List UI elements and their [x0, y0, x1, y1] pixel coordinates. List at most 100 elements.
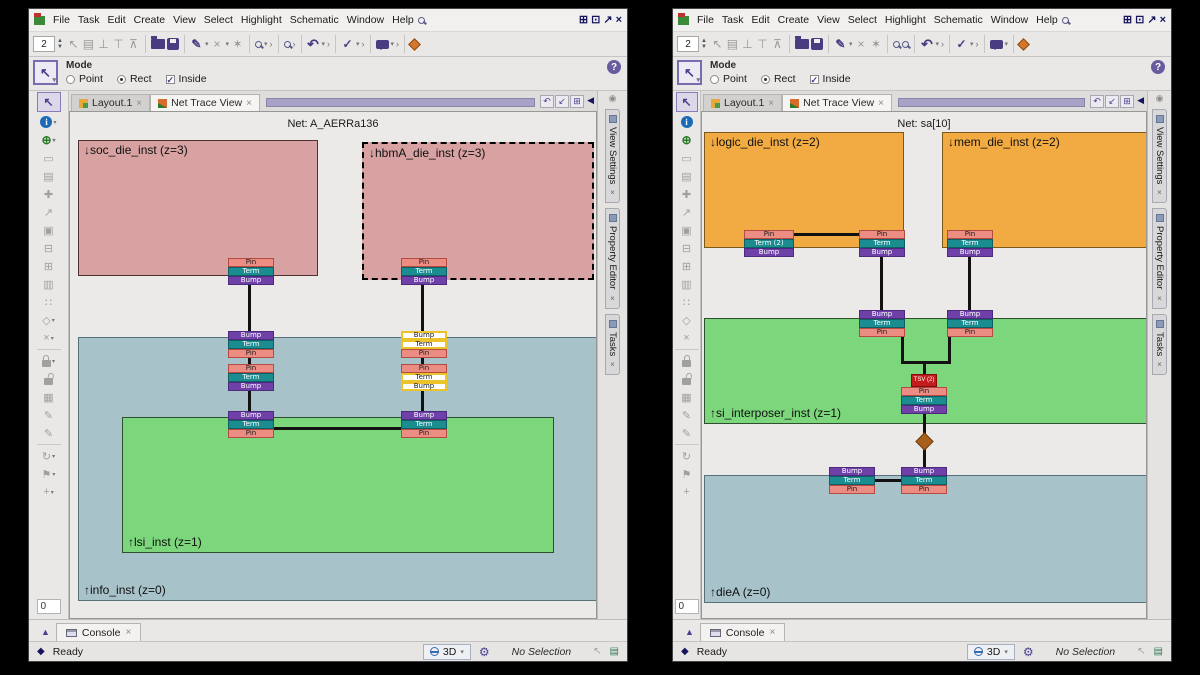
delete-icon[interactable]: ×: [854, 37, 867, 51]
select-tool[interactable]: ↖: [37, 92, 61, 112]
bump-row[interactable]: Bump: [947, 310, 993, 319]
export-tool[interactable]: ↗: [29, 203, 68, 221]
status-list-icon[interactable]: ▤: [1154, 646, 1163, 657]
bump-row-highlighted[interactable]: Bump: [401, 331, 447, 340]
pin-row[interactable]: Pin: [829, 485, 875, 494]
pattern-tool[interactable]: ▦: [29, 388, 68, 406]
draw-tool[interactable]: ✎: [29, 406, 68, 424]
origin-tool[interactable]: +: [673, 483, 700, 501]
dock-view-icon[interactable]: ↙: [1105, 95, 1119, 108]
draw-tool[interactable]: ✎: [673, 406, 700, 424]
term-row[interactable]: Term: [829, 476, 875, 485]
connector-stack-interposer-right[interactable]: Bump Term Pin: [947, 310, 993, 337]
bump-row[interactable]: Bump: [744, 248, 794, 257]
tab-net-trace-view[interactable]: Net Trace View×: [150, 94, 260, 111]
connector-stack-info-mid-left[interactable]: Pin Term Bump: [228, 364, 274, 391]
zoom-search-icon[interactable]: [255, 41, 262, 48]
bump-row[interactable]: Bump: [859, 248, 905, 257]
pin-row[interactable]: Pin: [744, 230, 794, 239]
pin-row[interactable]: Pin: [228, 429, 274, 438]
connector-stack-lsi-left[interactable]: Bump Term Pin: [228, 411, 274, 438]
die-lsi[interactable]: ↑lsi_inst (z=1): [122, 417, 554, 553]
dropdown-icon[interactable]: ▾: [264, 40, 268, 48]
tile-view-icon[interactable]: ⊞: [570, 95, 584, 108]
bump-row-highlighted[interactable]: Bump: [401, 382, 447, 391]
move-tool[interactable]: ✚: [673, 185, 700, 203]
draw-icon[interactable]: ✎: [834, 37, 847, 51]
annotate-tool[interactable]: ✎: [673, 424, 700, 442]
undock-view-icon[interactable]: ↶: [1090, 95, 1104, 108]
net-trace-canvas-right[interactable]: Net: sa[10] ↓logic_die_inst (z=2) ↓mem_d…: [701, 111, 1147, 619]
find-icon[interactable]: [284, 41, 291, 48]
menu-edit[interactable]: Edit: [104, 12, 130, 28]
comment-icon[interactable]: [990, 40, 1003, 49]
menu-task[interactable]: Task: [718, 12, 748, 28]
view-mode-dropdown[interactable]: 3D ▾: [423, 644, 471, 660]
panel-tab-property-editor[interactable]: Property Editor×: [1152, 208, 1167, 308]
term-row-highlighted[interactable]: Term: [401, 373, 447, 382]
dock-view-icon[interactable]: ↙: [555, 95, 569, 108]
point-radio[interactable]: [66, 75, 75, 84]
pick-tool-icon[interactable]: ↖: [67, 37, 80, 51]
tsv-node[interactable]: TSV (2): [911, 374, 937, 387]
paste-tool[interactable]: ▣: [29, 221, 68, 239]
flag-tool[interactable]: ⚑▾: [29, 465, 68, 483]
ruler-tool[interactable]: ▭: [29, 149, 68, 167]
close-panel-icon[interactable]: ×: [1155, 188, 1164, 197]
menu-file[interactable]: File: [693, 12, 718, 28]
menu-schematic[interactable]: Schematic: [930, 12, 987, 28]
pin-row[interactable]: Pin: [947, 328, 993, 337]
bump-row[interactable]: Bump: [228, 276, 274, 285]
pin-row[interactable]: Pin: [859, 328, 905, 337]
eraser-icon[interactable]: [1017, 38, 1030, 51]
save-icon[interactable]: [167, 38, 179, 50]
dropdown-icon[interactable]: ▾: [205, 40, 209, 48]
zoom-tool[interactable]: ⊕: [673, 131, 700, 149]
tab-layout[interactable]: Layout.1×: [71, 94, 150, 111]
menu-view[interactable]: View: [169, 12, 200, 28]
connector-stack-logic-right[interactable]: Pin Term Bump: [859, 230, 905, 257]
zoom-tool[interactable]: ⊕▾: [29, 131, 68, 149]
close-tab-icon[interactable]: ×: [878, 98, 884, 109]
settings-gear-icon[interactable]: ⚙: [1023, 645, 1034, 659]
dropdown-icon[interactable]: ▾: [391, 40, 395, 48]
current-tool-select[interactable]: ↖▾: [677, 60, 702, 85]
chevron-icon[interactable]: ›: [362, 39, 365, 49]
dropdown-icon[interactable]: ▾: [1005, 40, 1009, 48]
undo-icon[interactable]: ↶: [920, 36, 933, 53]
menu-create[interactable]: Create: [774, 12, 814, 28]
rect-radio[interactable]: [761, 75, 770, 84]
rotate-tool[interactable]: ↻: [673, 447, 700, 465]
menu-view[interactable]: View: [813, 12, 844, 28]
status-select-icon[interactable]: ↖: [1137, 646, 1145, 657]
menu-select[interactable]: Select: [200, 12, 237, 28]
origin-tool[interactable]: +▾: [29, 483, 68, 501]
bump-row[interactable]: Bump: [859, 310, 905, 319]
rect-radio[interactable]: [117, 75, 126, 84]
close-panel-icon[interactable]: ×: [608, 188, 617, 197]
close-panel-icon[interactable]: ×: [1155, 360, 1164, 369]
connector-stack-mem[interactable]: Pin Term Bump: [947, 230, 993, 257]
spinner-arrows[interactable]: ▲▼: [701, 38, 707, 50]
pin-row[interactable]: Pin: [901, 485, 947, 494]
menu-schematic[interactable]: Schematic: [286, 12, 343, 28]
connector-stack-hbma[interactable]: Pin Term Bump: [401, 258, 447, 285]
dropdown-icon[interactable]: ▾: [849, 40, 853, 48]
dropdown-icon[interactable]: ▾: [935, 40, 939, 48]
dropdown-icon[interactable]: ▾: [322, 40, 326, 48]
close-icon[interactable]: ×: [1160, 15, 1166, 26]
depth-spinner[interactable]: [677, 36, 699, 52]
ruler-tool[interactable]: ▭: [673, 149, 700, 167]
term-row[interactable]: Term: [228, 340, 274, 349]
move-tool[interactable]: ✚: [29, 185, 68, 203]
term-row[interactable]: Term: [859, 239, 905, 248]
term-row[interactable]: Term: [228, 420, 274, 429]
export-tool[interactable]: ↗: [673, 203, 700, 221]
unlock-tool[interactable]: [29, 370, 68, 388]
connector-stack-diea-left[interactable]: Bump Term Pin: [829, 467, 875, 494]
flag-tool[interactable]: ⚑: [673, 465, 700, 483]
undo-icon[interactable]: ↶: [307, 36, 320, 53]
bump-row[interactable]: Bump: [401, 411, 447, 420]
pin-row[interactable]: Pin: [228, 349, 274, 358]
pin-row[interactable]: Pin: [401, 349, 447, 358]
